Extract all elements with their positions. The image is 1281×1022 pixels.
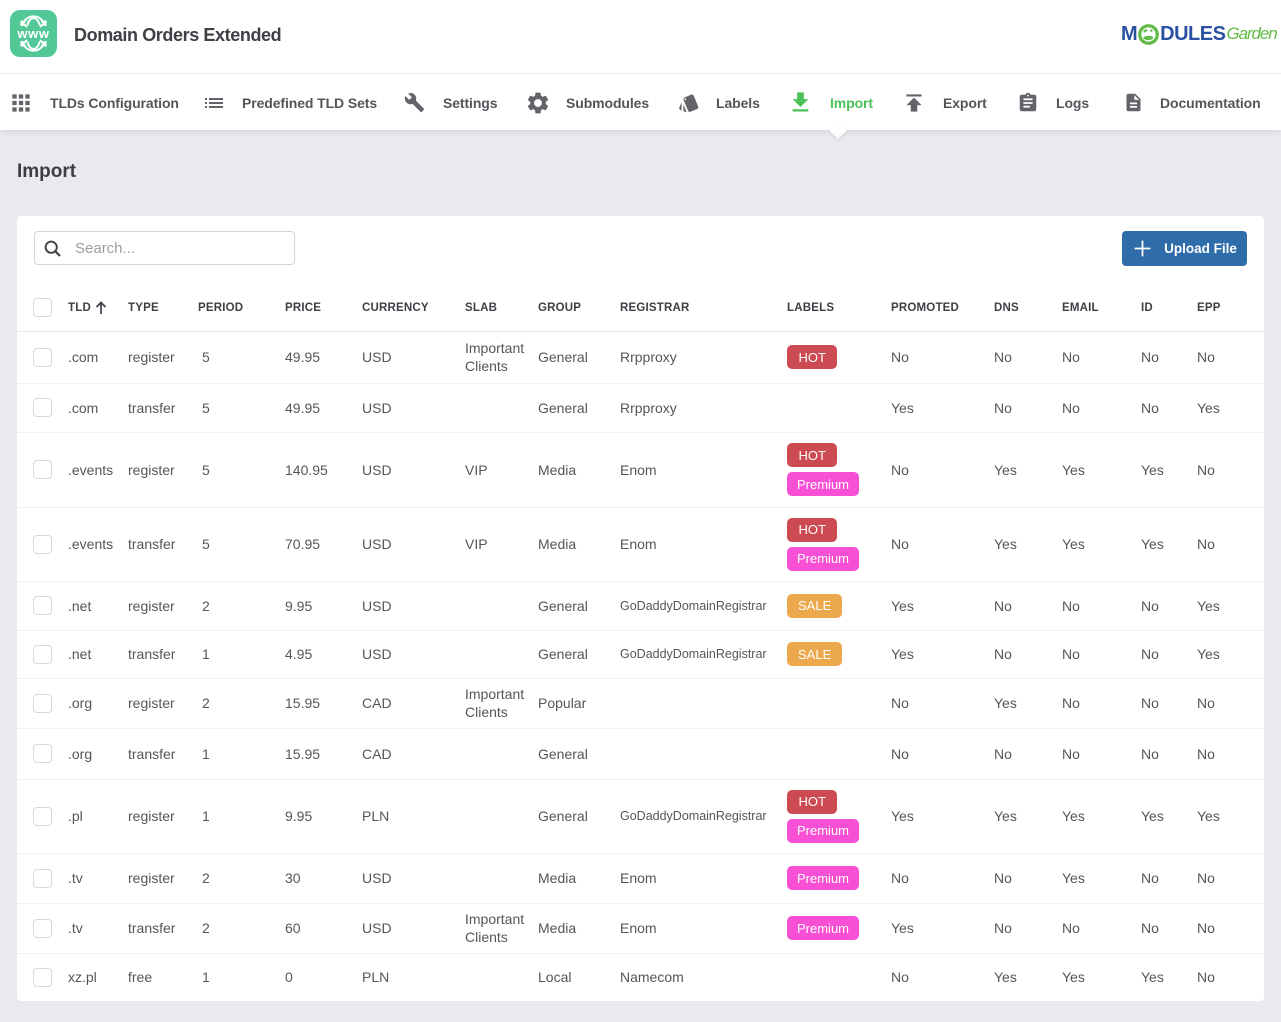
svg-text:www: www — [16, 26, 49, 41]
